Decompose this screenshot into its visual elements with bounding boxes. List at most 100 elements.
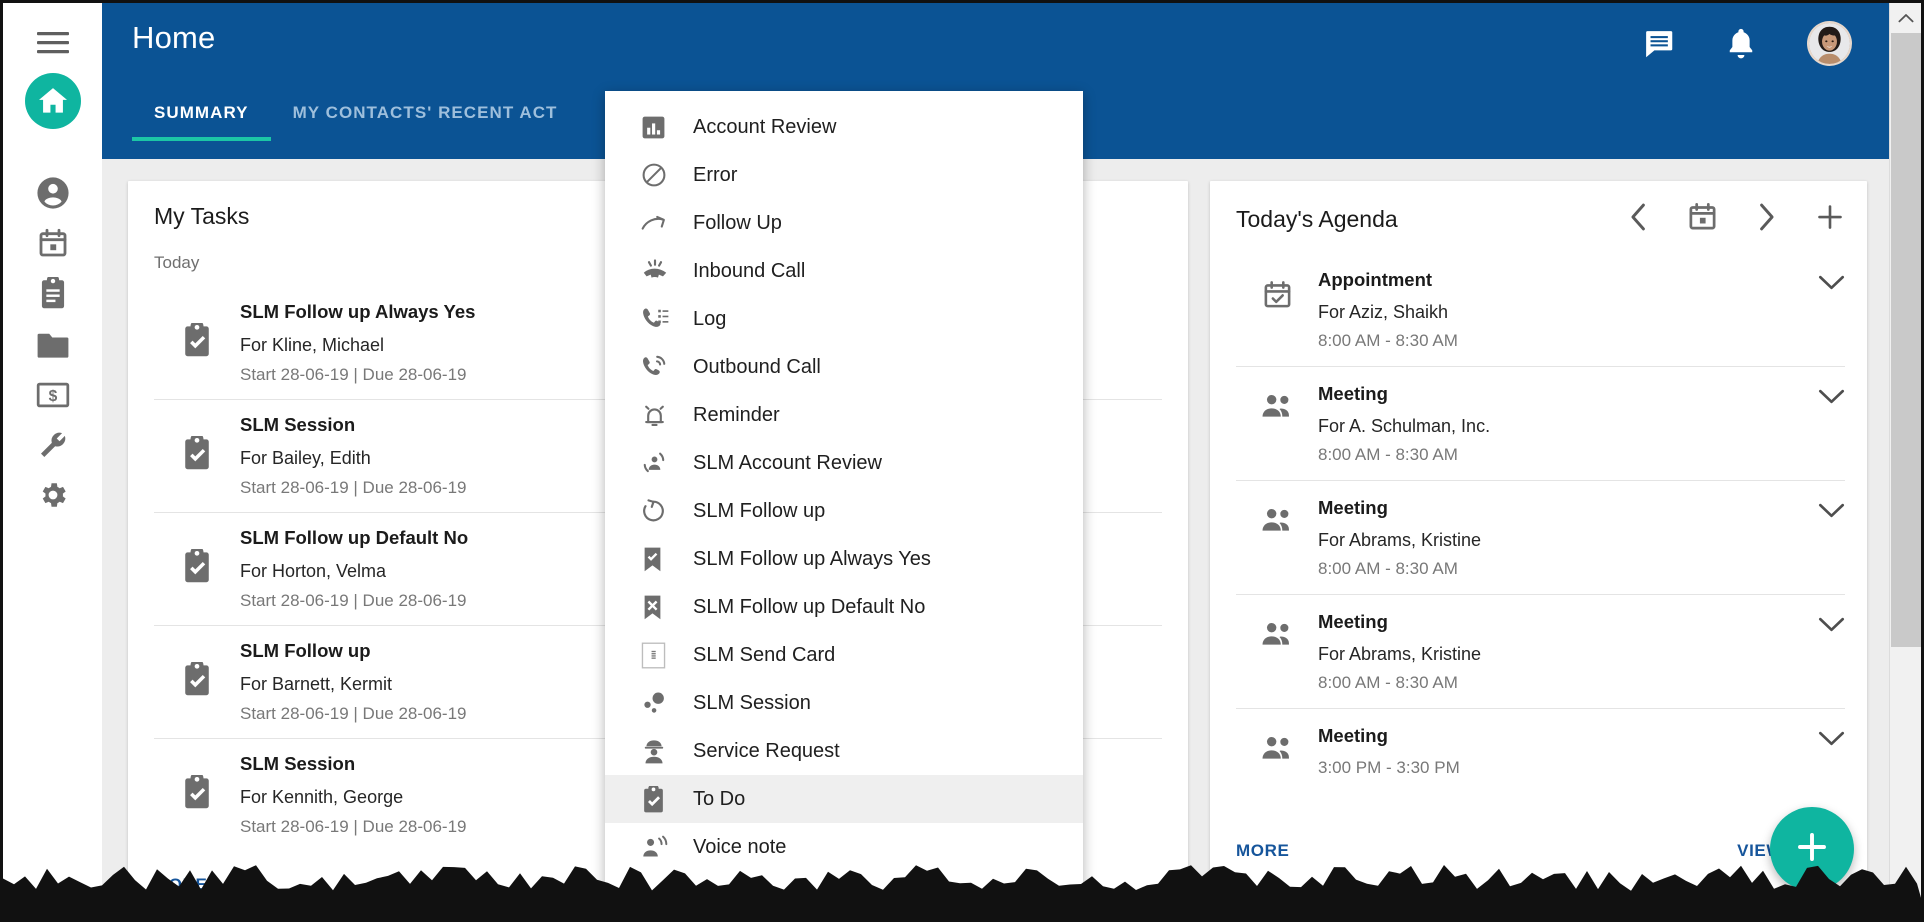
- menu-item-label: Error: [693, 163, 737, 187]
- bookmark-x-icon: [641, 594, 693, 621]
- calendar-check-icon: [1236, 269, 1318, 310]
- agenda-title-text: Meeting: [1318, 611, 1845, 633]
- person-icon: [36, 176, 70, 210]
- scroll-up-arrow-icon[interactable]: [1890, 3, 1921, 33]
- hamburger-menu-icon[interactable]: [3, 17, 102, 69]
- menu-item-slm-send-card[interactable]: SLM Send Card: [605, 631, 1083, 679]
- sidebar-item-calendar[interactable]: [3, 221, 102, 265]
- agenda-title-text: Appointment: [1318, 269, 1845, 291]
- app-window: $ Home SUMMARY MY CONTACTS' RECENT ACT: [0, 0, 1924, 922]
- clipboard-check-icon: [154, 640, 240, 696]
- menu-item-slm-follow-up-always-yes[interactable]: SLM Follow up Always Yes: [605, 535, 1083, 583]
- tab-summary[interactable]: SUMMARY: [132, 101, 271, 141]
- chevron-down-icon[interactable]: [1818, 731, 1845, 752]
- menu-item-slm-follow-up[interactable]: SLM Follow up: [605, 487, 1083, 535]
- menu-item-label: Voice note: [693, 835, 786, 859]
- menu-item-reminder[interactable]: Reminder: [605, 391, 1083, 439]
- slm-account-review-icon: [641, 450, 693, 476]
- header-tabs: SUMMARY MY CONTACTS' RECENT ACT: [132, 101, 580, 159]
- plus-icon: [1794, 829, 1830, 870]
- clipboard-check-icon: [154, 301, 240, 357]
- menu-item-slm-session[interactable]: SLM Session: [605, 679, 1083, 727]
- agenda-time: 8:00 AM - 8:30 AM: [1318, 330, 1845, 352]
- agenda-body: Meeting For Abrams, Kristine 8:00 AM - 8…: [1318, 611, 1845, 694]
- clipboard-check-icon: [154, 414, 240, 470]
- my-tasks-more-link[interactable]: MORE: [154, 875, 207, 895]
- my-tasks-group-label: Today: [154, 253, 199, 273]
- agenda-title-text: Meeting: [1318, 725, 1845, 747]
- agenda-row[interactable]: Meeting For A. Schulman, Inc. 8:00 AM - …: [1236, 367, 1845, 481]
- clipboard-check-icon: [154, 527, 240, 583]
- menu-item-label: SLM Session: [693, 691, 811, 715]
- menu-item-voice-note[interactable]: Voice note: [605, 823, 1083, 871]
- next-day-button[interactable]: [1758, 203, 1775, 236]
- add-button[interactable]: [1770, 807, 1854, 891]
- sidebar-item-tools[interactable]: [3, 423, 102, 467]
- agenda-list: Appointment For Aziz, Shaikh 8:00 AM - 8…: [1236, 253, 1845, 793]
- people-icon: [1236, 497, 1318, 533]
- sidebar-item-settings[interactable]: [3, 473, 102, 517]
- menu-item-label: SLM Send Card: [693, 643, 835, 667]
- svg-text:$: $: [48, 388, 57, 405]
- prev-day-button[interactable]: [1630, 203, 1647, 236]
- slm-session-icon: [641, 691, 693, 715]
- agenda-for: For Aziz, Shaikh: [1318, 301, 1845, 323]
- menu-item-inbound-call[interactable]: Inbound Call: [605, 247, 1083, 295]
- gear-icon: [37, 479, 69, 511]
- agenda-for: For Abrams, Kristine: [1318, 643, 1845, 665]
- menu-item-service-request[interactable]: Service Request: [605, 727, 1083, 775]
- people-icon: [1236, 611, 1318, 647]
- clipboard-check-icon: [154, 753, 240, 809]
- page-title: Home: [132, 20, 216, 56]
- menu-item-label: SLM Follow up Always Yes: [693, 547, 931, 571]
- chevron-down-icon[interactable]: [1818, 617, 1845, 638]
- agenda-row[interactable]: Meeting For Abrams, Kristine 8:00 AM - 8…: [1236, 595, 1845, 709]
- menu-item-slm-follow-up-default-no[interactable]: SLM Follow up Default No: [605, 583, 1083, 631]
- send-card-icon: [641, 642, 693, 669]
- agenda-more-link[interactable]: MORE: [1236, 841, 1289, 861]
- sidebar-item-finance[interactable]: $: [3, 373, 102, 417]
- sidebar-item-documents[interactable]: [3, 323, 102, 367]
- chevron-down-icon[interactable]: [1818, 389, 1845, 410]
- agenda-for: For Abrams, Kristine: [1318, 529, 1845, 551]
- activity-type-menu: Account Review Error Follow Up: [605, 91, 1083, 896]
- menu-item-error[interactable]: Error: [605, 151, 1083, 199]
- menu-item-label: Reminder: [693, 403, 780, 427]
- calendar-picker-button[interactable]: [1687, 201, 1718, 237]
- sidebar-item-contacts[interactable]: [3, 171, 102, 215]
- menu-item-follow-up[interactable]: Follow Up: [605, 199, 1083, 247]
- money-icon: $: [36, 382, 70, 408]
- agenda-row[interactable]: Meeting For Abrams, Kristine 8:00 AM - 8…: [1236, 481, 1845, 595]
- scrollbar-thumb[interactable]: [1891, 33, 1921, 647]
- menu-item-log[interactable]: Log: [605, 295, 1083, 343]
- agenda-row[interactable]: Appointment For Aziz, Shaikh 8:00 AM - 8…: [1236, 253, 1845, 367]
- agenda-for: For A. Schulman, Inc.: [1318, 415, 1845, 437]
- add-event-button[interactable]: [1815, 202, 1845, 237]
- menu-item-account-review[interactable]: Account Review: [605, 103, 1083, 151]
- menu-item-slm-account-review[interactable]: SLM Account Review: [605, 439, 1083, 487]
- menu-item-label: SLM Follow up: [693, 499, 825, 523]
- people-icon: [1236, 725, 1318, 761]
- menu-item-label: Log: [693, 307, 726, 331]
- bookmark-check-icon: [641, 546, 693, 573]
- tab-my-contacts-recent-activity[interactable]: MY CONTACTS' RECENT ACT: [271, 101, 580, 141]
- outbound-call-icon: [641, 354, 693, 380]
- menu-item-outbound-call[interactable]: Outbound Call: [605, 343, 1083, 391]
- chevron-down-icon[interactable]: [1818, 275, 1845, 296]
- home-icon: [25, 73, 81, 129]
- menu-item-label: To Do: [693, 787, 745, 811]
- menu-item-label: Inbound Call: [693, 259, 805, 283]
- sidebar-item-tasks[interactable]: [3, 271, 102, 315]
- sidebar-item-home[interactable]: [3, 73, 102, 129]
- agenda-body: Meeting 3:00 PM - 3:30 PM: [1318, 725, 1845, 779]
- agenda-row[interactable]: Meeting 3:00 PM - 3:30 PM: [1236, 709, 1845, 793]
- call-log-icon: [641, 306, 693, 332]
- messages-icon[interactable]: [1642, 27, 1675, 60]
- chevron-down-icon[interactable]: [1818, 503, 1845, 524]
- vertical-scrollbar[interactable]: [1889, 3, 1921, 919]
- user-avatar[interactable]: [1807, 21, 1852, 66]
- notifications-bell-icon[interactable]: [1725, 27, 1757, 61]
- menu-item-to-do[interactable]: To Do: [605, 775, 1083, 823]
- agenda-footer: MORE VIEW: [1236, 841, 1841, 861]
- left-icon-rail: $: [3, 3, 102, 919]
